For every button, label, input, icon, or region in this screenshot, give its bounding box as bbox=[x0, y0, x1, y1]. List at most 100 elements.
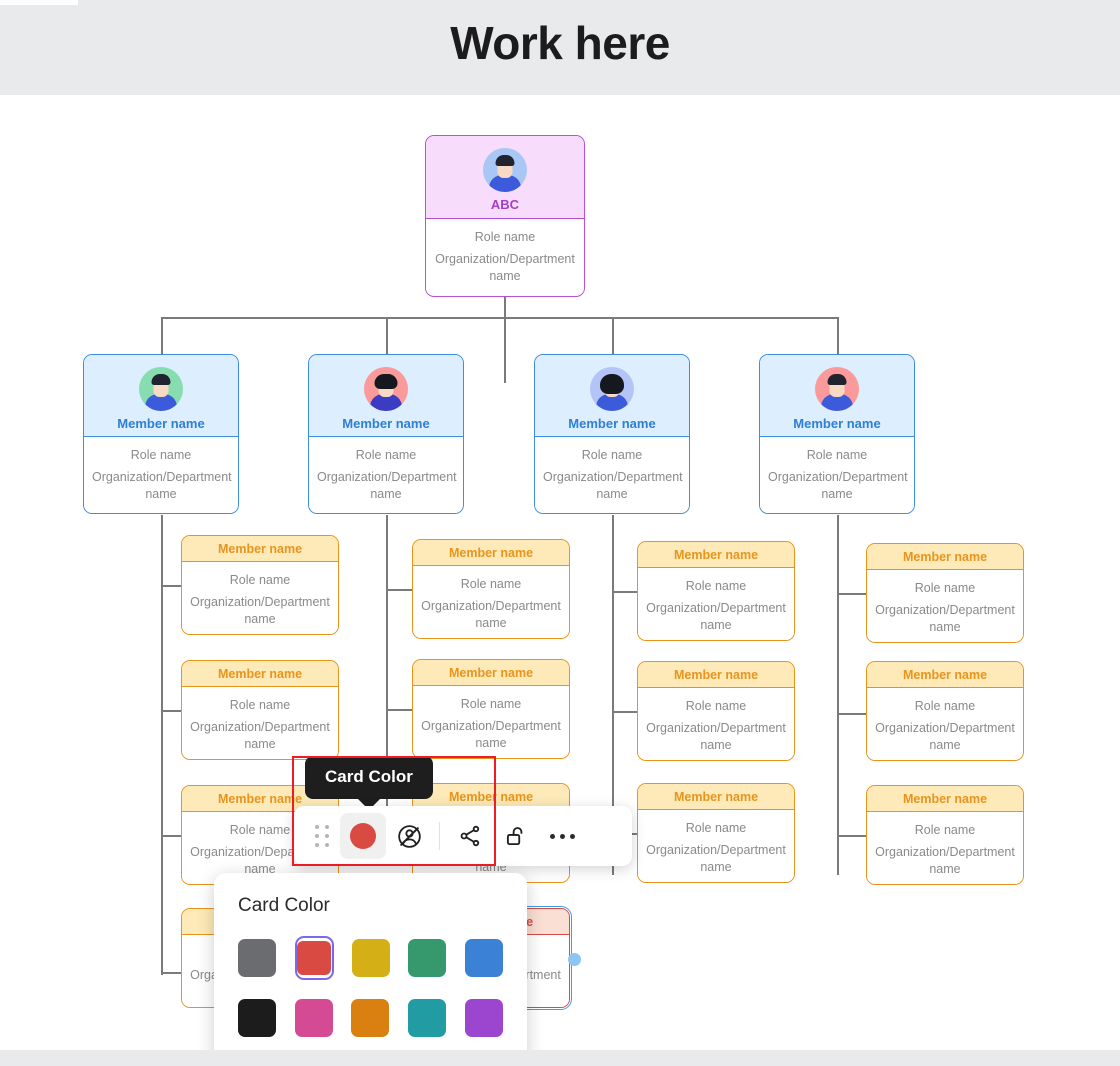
card-report-c1-r1-header: Member name bbox=[182, 536, 338, 562]
card-report-c4-r3-role: Role name bbox=[914, 823, 976, 837]
card-root-body: Role name Organization/Department name bbox=[426, 219, 584, 296]
page-title: Work here bbox=[450, 17, 670, 69]
card-member-3-body: Role name Organization/Department name bbox=[535, 437, 689, 513]
card-report-c3-r1[interactable]: Member name Role name Organization/Depar… bbox=[637, 541, 795, 641]
card-report-c2-r2-role: Role name bbox=[460, 697, 522, 711]
card-report-c3-r3-org-line2: name bbox=[700, 860, 732, 875]
elbow-c3-r1 bbox=[612, 591, 638, 593]
card-report-c2-r1-org-line1: Organization/Department bbox=[421, 599, 561, 614]
lock-button[interactable] bbox=[493, 813, 539, 859]
elbow-c1-r2 bbox=[161, 710, 183, 712]
card-member-3[interactable]: Member name Role name Organization/Depar… bbox=[534, 354, 690, 514]
card-report-c4-r3-org-line1: Organization/Department bbox=[875, 845, 1015, 860]
color-swatch-yellow[interactable] bbox=[351, 936, 391, 980]
card-color-popup[interactable]: Card Color bbox=[214, 873, 527, 1066]
card-member-2-body: Role name Organization/Department name bbox=[309, 437, 463, 513]
card-report-c4-r2[interactable]: Member name Role name Organization/Depar… bbox=[866, 661, 1024, 761]
selection-handle-dot[interactable] bbox=[568, 953, 581, 966]
card-member-2-header: Member name bbox=[309, 355, 463, 437]
card-member-3-name: Member name bbox=[568, 416, 656, 431]
avatar-person-green bbox=[139, 367, 183, 411]
unlock-icon bbox=[506, 827, 523, 846]
header-corner-notch bbox=[0, 0, 78, 5]
card-color-popup-title: Card Color bbox=[238, 895, 330, 916]
card-member-1-name: Member name bbox=[117, 416, 205, 431]
color-swatch-grid bbox=[238, 936, 503, 1040]
tooltip-card-color: Card Color bbox=[305, 756, 433, 799]
color-swatch-pink[interactable] bbox=[294, 996, 334, 1040]
card-report-c1-r1-body: Role name Organization/Department name bbox=[182, 562, 338, 634]
card-report-c1-r2-role: Role name bbox=[229, 698, 291, 712]
card-root-name: ABC bbox=[490, 197, 520, 212]
card-report-c2-r2-org-line1: Organization/Department bbox=[421, 719, 561, 734]
toolbar-divider bbox=[439, 822, 440, 850]
card-report-c4-r3[interactable]: Member name Role name Organization/Depar… bbox=[866, 785, 1024, 885]
card-report-c3-r2[interactable]: Member name Role name Organization/Depar… bbox=[637, 661, 795, 761]
card-report-c4-r1-org-line2: name bbox=[929, 620, 961, 635]
connector-down-3 bbox=[612, 317, 614, 354]
spine-column-1 bbox=[161, 515, 163, 975]
card-report-c3-r3-role: Role name bbox=[685, 821, 747, 835]
card-report-c2-r1[interactable]: Member name Role name Organization/Depar… bbox=[412, 539, 570, 639]
color-swatch-purple-fill bbox=[464, 999, 503, 1037]
color-swatch-black[interactable] bbox=[238, 996, 277, 1040]
color-swatch-orange[interactable] bbox=[351, 996, 390, 1040]
card-report-c3-r2-org-line2: name bbox=[700, 738, 732, 753]
color-swatch-purple[interactable] bbox=[464, 996, 503, 1040]
card-report-c4-r2-body: Role name Organization/Department name bbox=[867, 688, 1023, 760]
card-report-c3-r3-body: Role name Organization/Department name bbox=[638, 810, 794, 882]
card-member-2[interactable]: Member name Role name Organization/Depar… bbox=[308, 354, 464, 514]
color-swatch-gray[interactable] bbox=[238, 936, 277, 980]
color-swatch-red[interactable] bbox=[294, 936, 334, 980]
connector-root-down bbox=[504, 297, 506, 383]
drag-handle-icon[interactable] bbox=[304, 813, 340, 859]
color-swatch-teal[interactable] bbox=[408, 996, 447, 1040]
card-member-4[interactable]: Member name Role name Organization/Depar… bbox=[759, 354, 915, 514]
color-swatch-green-fill bbox=[408, 939, 447, 977]
card-color-button[interactable] bbox=[340, 813, 386, 859]
share-button[interactable] bbox=[447, 813, 493, 859]
card-root-abc[interactable]: ABC Role name Organization/Department na… bbox=[425, 135, 585, 297]
card-report-c2-r1-org-line2: name bbox=[475, 616, 507, 631]
card-report-c2-r1-header: Member name bbox=[413, 540, 569, 566]
card-report-c2-r2[interactable]: Member name Role name Organization/Depar… bbox=[412, 659, 570, 759]
elbow-c1-r3 bbox=[161, 835, 183, 837]
card-report-c2-r2-header: Member name bbox=[413, 660, 569, 686]
avatar-person-salmon bbox=[815, 367, 859, 411]
card-member-3-org-line2: name bbox=[596, 487, 628, 502]
card-report-c4-r1[interactable]: Member name Role name Organization/Depar… bbox=[866, 543, 1024, 643]
spine-column-4 bbox=[837, 515, 839, 875]
card-report-c2-r2-body: Role name Organization/Department name bbox=[413, 686, 569, 758]
color-swatch-green[interactable] bbox=[408, 936, 447, 980]
card-member-1[interactable]: Member name Role name Organization/Depar… bbox=[83, 354, 239, 514]
elbow-c1-r4 bbox=[161, 972, 183, 974]
color-swatch-pink-fill bbox=[294, 999, 333, 1037]
card-report-c3-r3[interactable]: Member name Role name Organization/Depar… bbox=[637, 783, 795, 883]
connector-bus-horizontal bbox=[161, 317, 838, 319]
card-root-org-line1: Organization/Department bbox=[435, 252, 575, 267]
card-member-4-role: Role name bbox=[806, 448, 868, 462]
elbow-c2-r1 bbox=[386, 589, 413, 591]
card-member-4-org-line1: Organization/Department bbox=[768, 470, 908, 485]
card-report-c4-r3-body: Role name Organization/Department name bbox=[867, 812, 1023, 884]
card-report-c3-r3-header: Member name bbox=[638, 784, 794, 810]
card-report-c3-r1-role: Role name bbox=[685, 579, 747, 593]
drag-dots bbox=[314, 825, 330, 847]
floating-toolbar[interactable] bbox=[294, 806, 632, 866]
card-member-2-role: Role name bbox=[355, 448, 417, 462]
chart-canvas[interactable]: ABC Role name Organization/Department na… bbox=[0, 95, 1120, 1050]
avatar-off-icon bbox=[397, 824, 421, 848]
card-report-c1-r2-header: Member name bbox=[182, 661, 338, 687]
card-report-c4-r2-org-line1: Organization/Department bbox=[875, 721, 1015, 736]
card-report-c1-r2[interactable]: Member name Role name Organization/Depar… bbox=[181, 660, 339, 760]
card-report-c1-r2-org-line2: name bbox=[244, 737, 276, 752]
card-report-c4-r2-org-line2: name bbox=[929, 738, 961, 753]
color-swatch-blue[interactable] bbox=[464, 936, 504, 980]
card-report-c4-r1-role: Role name bbox=[914, 581, 976, 595]
card-member-1-org-line1: Organization/Department bbox=[92, 470, 232, 485]
more-options-button[interactable] bbox=[539, 813, 585, 859]
elbow-c1-r1 bbox=[161, 585, 183, 587]
hide-avatar-button[interactable] bbox=[386, 813, 432, 859]
card-report-c3-r1-body: Role name Organization/Department name bbox=[638, 568, 794, 640]
card-report-c1-r1[interactable]: Member name Role name Organization/Depar… bbox=[181, 535, 339, 635]
